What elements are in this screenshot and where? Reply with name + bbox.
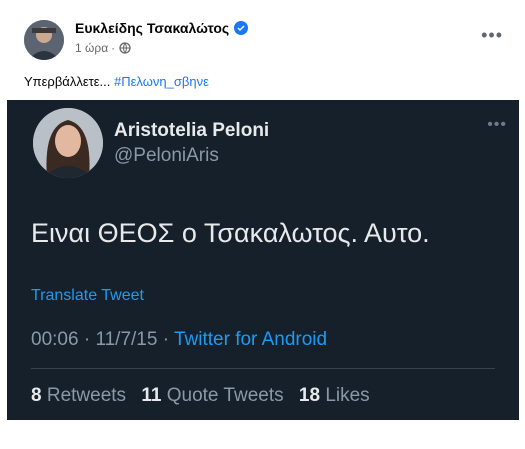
author-avatar[interactable] bbox=[24, 20, 64, 60]
hashtag-link[interactable]: #Πελωνη_σβηνε bbox=[114, 74, 209, 89]
meta-separator: · bbox=[162, 329, 170, 350]
meta-separator: · bbox=[111, 41, 116, 55]
avatar-photo-icon bbox=[33, 108, 103, 178]
tweet-meta: 00:06 · 11/7/15 · Twitter for Android bbox=[31, 329, 327, 351]
tweet-author-name: Aristotelia Peloni bbox=[114, 120, 270, 141]
retweets-stat: 8 Retweets bbox=[31, 385, 126, 406]
retweets-label: Retweets bbox=[46, 385, 127, 406]
globe-icon bbox=[119, 42, 131, 54]
post-text: Υπερβάλλετε... #Πελωνη_σβηνε bbox=[24, 74, 209, 89]
tweet-time: 00:06 bbox=[31, 329, 79, 350]
tweet-options-icon: ••• bbox=[487, 116, 507, 133]
post-timestamp[interactable]: 1 ώρα bbox=[75, 41, 108, 55]
meta-separator: · bbox=[83, 329, 91, 350]
tweet-author-handle: @PeloniAris bbox=[114, 145, 219, 166]
verified-badge-icon bbox=[234, 21, 249, 35]
retweets-count: 8 bbox=[31, 385, 42, 406]
tweet-author-avatar bbox=[33, 108, 103, 178]
quote-tweets-stat: 11 Quote Tweets bbox=[141, 385, 283, 406]
post-text-prefix: Υπερβάλλετε... bbox=[24, 74, 111, 89]
tweet-source: Twitter for Android bbox=[173, 329, 328, 350]
tweet-screenshot: Aristotelia Peloni @PeloniAris ••• Ειναι… bbox=[7, 100, 519, 420]
author-name[interactable]: Ευκλείδης Τσακαλώτος bbox=[75, 20, 229, 36]
likes-stat: 18 Likes bbox=[299, 385, 370, 406]
quote-tweets-label: Quote Tweets bbox=[166, 385, 284, 406]
quote-tweets-count: 11 bbox=[141, 385, 162, 406]
tweet-text: Ειναι ΘΕΟΣ ο Τσακαλωτος. Αυτο. bbox=[31, 218, 430, 248]
likes-count: 18 bbox=[298, 385, 321, 406]
tweet-date: 11/7/15 bbox=[95, 329, 158, 350]
translate-tweet-link: Translate Tweet bbox=[31, 287, 144, 304]
post-header: Ευκλείδης Τσακαλώτος 1 ώρα · ••• bbox=[7, 6, 519, 62]
tweet-divider bbox=[31, 368, 495, 369]
tweet-stats: 8 Retweets 11 Quote Tweets 18 Likes bbox=[31, 385, 380, 407]
avatar-photo-icon bbox=[24, 20, 64, 60]
post-options-button[interactable]: ••• bbox=[481, 26, 503, 44]
post-meta: 1 ώρα · bbox=[75, 41, 131, 55]
likes-label: Likes bbox=[325, 385, 370, 406]
